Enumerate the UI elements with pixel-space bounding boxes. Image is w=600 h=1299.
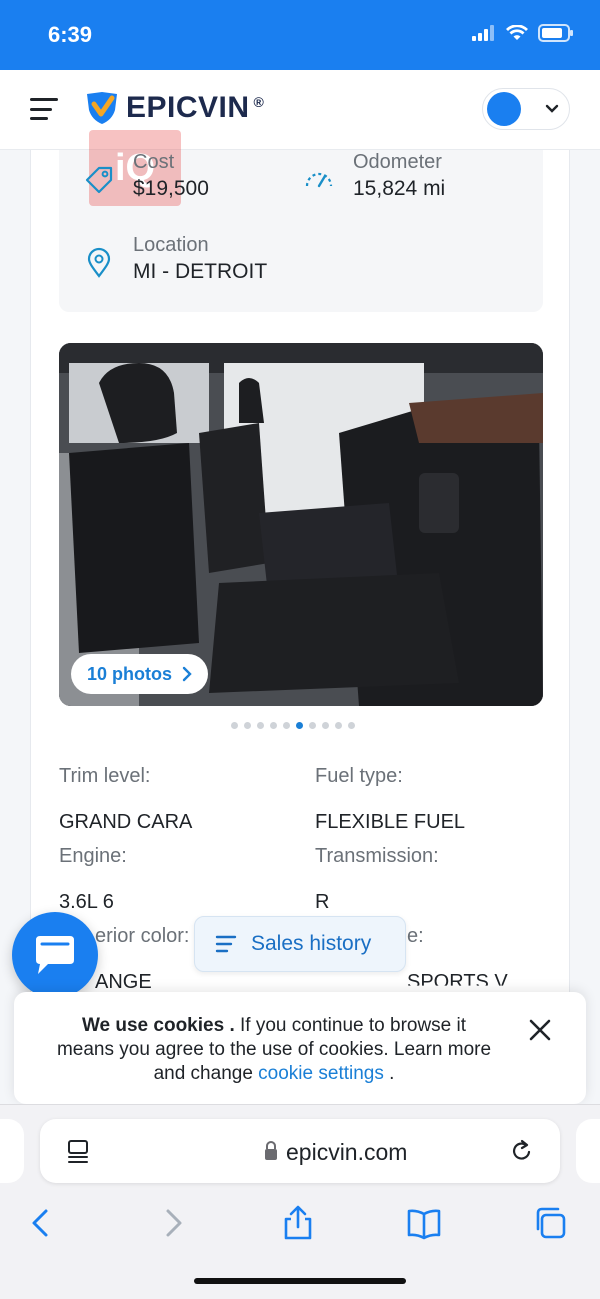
cost-item: Cost $19,500 — [83, 150, 209, 204]
chevron-down-icon — [545, 104, 559, 113]
pagination-dot[interactable] — [283, 722, 290, 729]
trim-value: GRAND CARA — [59, 811, 193, 833]
cookie-text: We use cookies . If you continue to brow… — [54, 1014, 494, 1086]
body-style-value: SPORTS V — [407, 971, 508, 993]
exterior-color-value: ANGE — [95, 971, 152, 993]
pagination-dot[interactable] — [270, 722, 277, 729]
status-icons — [472, 24, 574, 42]
odometer-label: Odometer — [353, 151, 442, 173]
logo-registered-mark: ® — [253, 94, 264, 110]
shield-logo-icon — [87, 92, 117, 124]
chevron-right-icon — [182, 666, 192, 682]
close-icon[interactable] — [528, 1018, 552, 1042]
chat-bubble-icon — [36, 936, 74, 974]
next-tab-edge[interactable] — [576, 1119, 600, 1183]
engine-label: Engine: — [59, 845, 127, 867]
pagination-dot[interactable] — [309, 722, 316, 729]
pagination-dot[interactable] — [231, 722, 238, 729]
transmission-value: R — [315, 891, 330, 913]
tabs-icon[interactable] — [532, 1205, 568, 1241]
vehicle-photo[interactable]: 10 photos — [59, 343, 543, 706]
lock-icon — [265, 1141, 277, 1160]
avatar — [487, 92, 521, 126]
odometer-item: Odometer 15,824 mi — [303, 150, 445, 204]
photos-button[interactable]: 10 photos — [71, 654, 209, 694]
back-icon[interactable] — [24, 1205, 60, 1241]
engine-spec: Engine: 3.6L 6 — [59, 844, 127, 914]
cost-label: Cost — [133, 151, 175, 173]
logo-text: EPICVIN — [126, 91, 250, 124]
cookie-settings-link[interactable]: cookie settings — [258, 1063, 384, 1084]
sales-history-label: Sales history — [251, 932, 372, 955]
url-text: epicvin.com — [286, 1139, 408, 1165]
home-indicator[interactable] — [194, 1278, 406, 1284]
status-bar: 6:39 — [0, 0, 600, 70]
pagination-dot[interactable] — [257, 722, 264, 729]
location-pin-icon — [87, 247, 111, 278]
chat-button[interactable] — [12, 912, 98, 998]
pagination-dot[interactable] — [335, 722, 342, 729]
location-label: Location — [133, 234, 209, 256]
share-icon[interactable] — [280, 1205, 316, 1241]
body-style-spec: e: SPORTS V — [407, 924, 508, 994]
menu-icon[interactable] — [30, 98, 58, 120]
fuel-value: FLEXIBLE FUEL — [315, 811, 466, 833]
browser-nav-bar — [0, 1201, 600, 1257]
browser-toolbar: epicvin.com — [0, 1104, 600, 1299]
cookie-banner: We use cookies . If you continue to brow… — [14, 992, 586, 1104]
address-bar[interactable]: epicvin.com — [40, 1119, 560, 1183]
reload-icon[interactable] — [510, 1139, 534, 1163]
photos-button-label: 10 photos — [87, 663, 173, 684]
cookie-end: . — [383, 1063, 395, 1084]
fuel-label: Fuel type: — [315, 765, 403, 787]
wifi-icon — [506, 25, 528, 40]
odometer-value: 15,824 mi — [353, 177, 446, 200]
account-dropdown[interactable] — [482, 88, 570, 130]
sales-history-button[interactable]: Sales history — [194, 916, 406, 972]
trim-spec: Trim level: GRAND CARA — [59, 764, 192, 834]
pagination-dot[interactable] — [348, 722, 355, 729]
exterior-color-label: erior color: — [95, 925, 190, 947]
list-icon — [215, 935, 237, 953]
vehicle-card: iQ Cost $19,500 Odometer 15,824 mi Locat… — [30, 130, 570, 1010]
signal-icon — [472, 25, 494, 41]
speedometer-icon — [305, 172, 333, 188]
trim-label: Trim level: — [59, 765, 151, 787]
engine-value: 3.6L 6 — [59, 891, 114, 913]
bookmarks-icon[interactable] — [406, 1205, 442, 1241]
forward-icon[interactable] — [154, 1205, 190, 1241]
pagination-dot-active[interactable] — [296, 722, 303, 729]
exterior-color-spec: erior color: ANGE — [95, 924, 189, 994]
transmission-spec: Transmission: R — [315, 844, 439, 914]
gallery-pagination-dots — [231, 722, 355, 729]
previous-tab-edge[interactable] — [0, 1119, 24, 1183]
cost-value: $19,500 — [133, 177, 209, 200]
battery-icon — [538, 24, 573, 42]
price-tag-icon — [85, 166, 113, 194]
car-interior-image — [59, 343, 543, 706]
status-time: 6:39 — [48, 22, 93, 47]
pagination-dot[interactable] — [244, 722, 251, 729]
fuel-spec: Fuel type: FLEXIBLE FUEL — [315, 764, 465, 834]
transmission-label: Transmission: — [315, 845, 439, 867]
epicvin-logo[interactable]: EPICVIN ® — [84, 90, 264, 126]
vehicle-info-box: iQ Cost $19,500 Odometer 15,824 mi Locat… — [59, 130, 543, 312]
page-menu-icon[interactable] — [66, 1139, 90, 1165]
location-item: Location MI - DETROIT — [83, 233, 267, 287]
cookie-bold: We use cookies . — [81, 1015, 235, 1036]
body-style-label: e: — [407, 925, 424, 947]
pagination-dot[interactable] — [322, 722, 329, 729]
location-value: MI - DETROIT — [133, 260, 268, 283]
